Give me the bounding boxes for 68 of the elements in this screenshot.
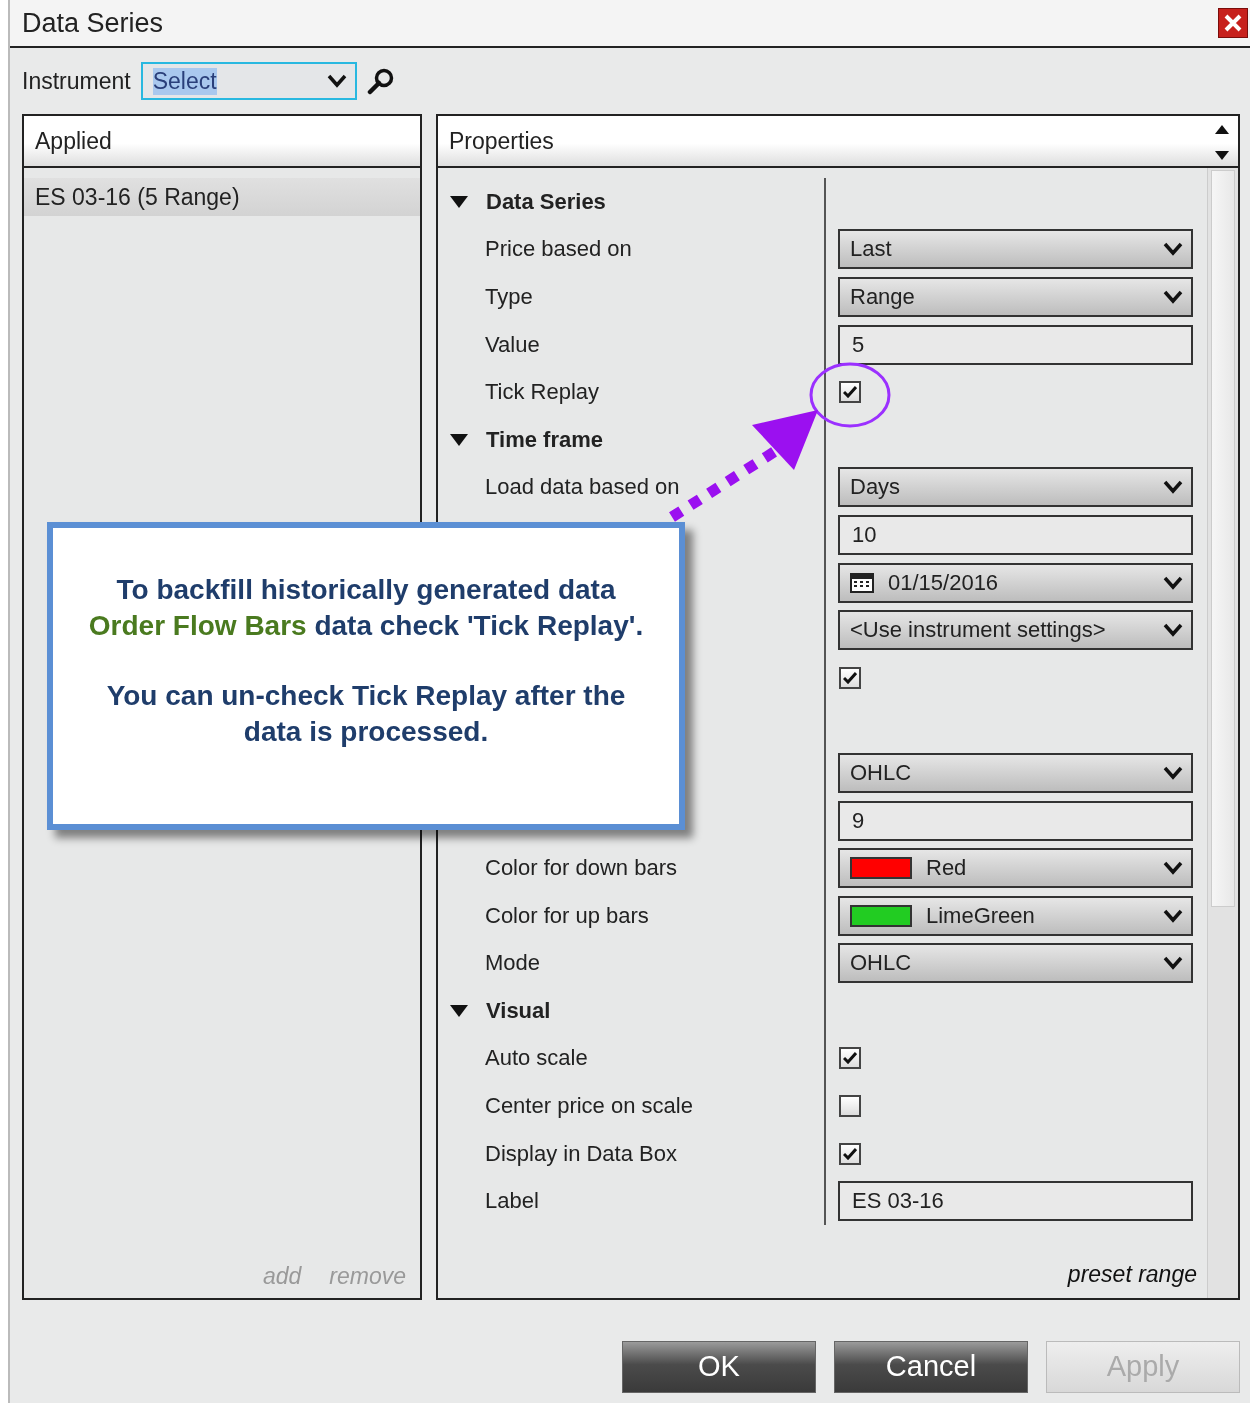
property-label: Mode bbox=[485, 950, 541, 977]
check-icon bbox=[843, 671, 857, 684]
checkbox[interactable] bbox=[839, 1047, 861, 1070]
dialog-button[interactable]: Cancel bbox=[834, 1340, 1028, 1393]
collapse-triangle-icon[interactable] bbox=[450, 195, 468, 208]
date-dropdown[interactable]: 01/15/2016 bbox=[838, 562, 1193, 603]
category-label: Data Series bbox=[486, 188, 606, 215]
panel-header: Properties bbox=[438, 116, 1238, 168]
panel-header: Applied bbox=[24, 116, 420, 168]
chevron-icon bbox=[1163, 242, 1183, 257]
dialog-button[interactable]: OK bbox=[622, 1340, 816, 1393]
link[interactable]: preset range bbox=[1067, 1261, 1197, 1288]
chevron-icon bbox=[1163, 290, 1183, 304]
instrument-label: Instrument bbox=[22, 67, 131, 95]
chevron-icon bbox=[326, 74, 347, 88]
chevron-icon bbox=[1163, 861, 1183, 876]
property-label: Value bbox=[485, 331, 540, 358]
checkbox[interactable] bbox=[839, 1142, 861, 1165]
dropdown[interactable]: Last bbox=[838, 229, 1193, 270]
dropdown[interactable]: Range bbox=[838, 277, 1193, 317]
category-label: Visual bbox=[486, 997, 551, 1024]
callout-text: You can un-check Tick Replay after the data is processed. bbox=[106, 679, 626, 749]
close-button[interactable] bbox=[1218, 8, 1248, 38]
close-icon bbox=[1223, 13, 1243, 33]
callout-text: To backfill historically generated data Order Flow Bars data check 'Tick Replay'. bbox=[88, 573, 644, 643]
property-label: Label bbox=[485, 1188, 539, 1215]
checkbox[interactable] bbox=[839, 381, 861, 404]
chevron-icon bbox=[1163, 765, 1183, 780]
property-label: Color for down bars bbox=[485, 855, 677, 882]
scroll-down-icon[interactable] bbox=[1215, 150, 1229, 160]
calendar-icon bbox=[850, 572, 874, 593]
collapse-triangle-icon[interactable] bbox=[450, 433, 468, 446]
window-title: Data Series bbox=[22, 7, 164, 39]
color-dropdown[interactable]: LimeGreen bbox=[838, 895, 1193, 936]
property-label: Color for up bars bbox=[485, 902, 649, 929]
property-label: Tick Replay bbox=[485, 379, 600, 406]
chevron-icon bbox=[1163, 956, 1183, 971]
property-label: Auto scale bbox=[485, 1045, 588, 1072]
scrollbar[interactable] bbox=[1207, 168, 1238, 1298]
chevron-icon bbox=[1163, 575, 1183, 590]
scroll-up-icon[interactable] bbox=[1215, 124, 1229, 134]
list-item[interactable]: ES 03-16 (5 Range) bbox=[24, 178, 420, 216]
input-field[interactable]: 10 bbox=[838, 514, 1193, 555]
property-label: Display in Data Box bbox=[485, 1140, 677, 1167]
property-label: Load data based on bbox=[485, 474, 680, 501]
dropdown[interactable]: OHLC bbox=[838, 752, 1193, 793]
input-field[interactable]: 5 bbox=[838, 324, 1193, 365]
check-icon bbox=[843, 386, 857, 399]
dropdown[interactable]: <Use instrument settings> bbox=[838, 610, 1193, 651]
property-label: Price based on bbox=[485, 236, 632, 263]
search-icon[interactable] bbox=[366, 67, 395, 95]
category-label: Time frame bbox=[486, 426, 603, 453]
checkbox[interactable] bbox=[839, 666, 861, 689]
check-icon bbox=[843, 1052, 857, 1065]
color-dropdown[interactable]: Red bbox=[838, 848, 1193, 889]
property-label: Center price on scale bbox=[485, 1093, 693, 1120]
chevron-icon bbox=[1163, 908, 1183, 923]
check-icon bbox=[843, 1147, 857, 1160]
chevron-icon bbox=[1163, 623, 1183, 638]
instrument-dropdown[interactable]: Select bbox=[140, 62, 357, 100]
collapse-triangle-icon[interactable] bbox=[450, 1004, 468, 1017]
checkbox[interactable] bbox=[839, 1095, 861, 1118]
property-label: Type bbox=[485, 284, 533, 310]
dropdown[interactable]: OHLC bbox=[838, 943, 1193, 984]
input-field[interactable]: ES 03-16 bbox=[838, 1181, 1193, 1222]
dropdown[interactable]: Days bbox=[838, 467, 1193, 508]
chevron-icon bbox=[1163, 480, 1183, 495]
input-field[interactable]: 9 bbox=[838, 800, 1193, 841]
